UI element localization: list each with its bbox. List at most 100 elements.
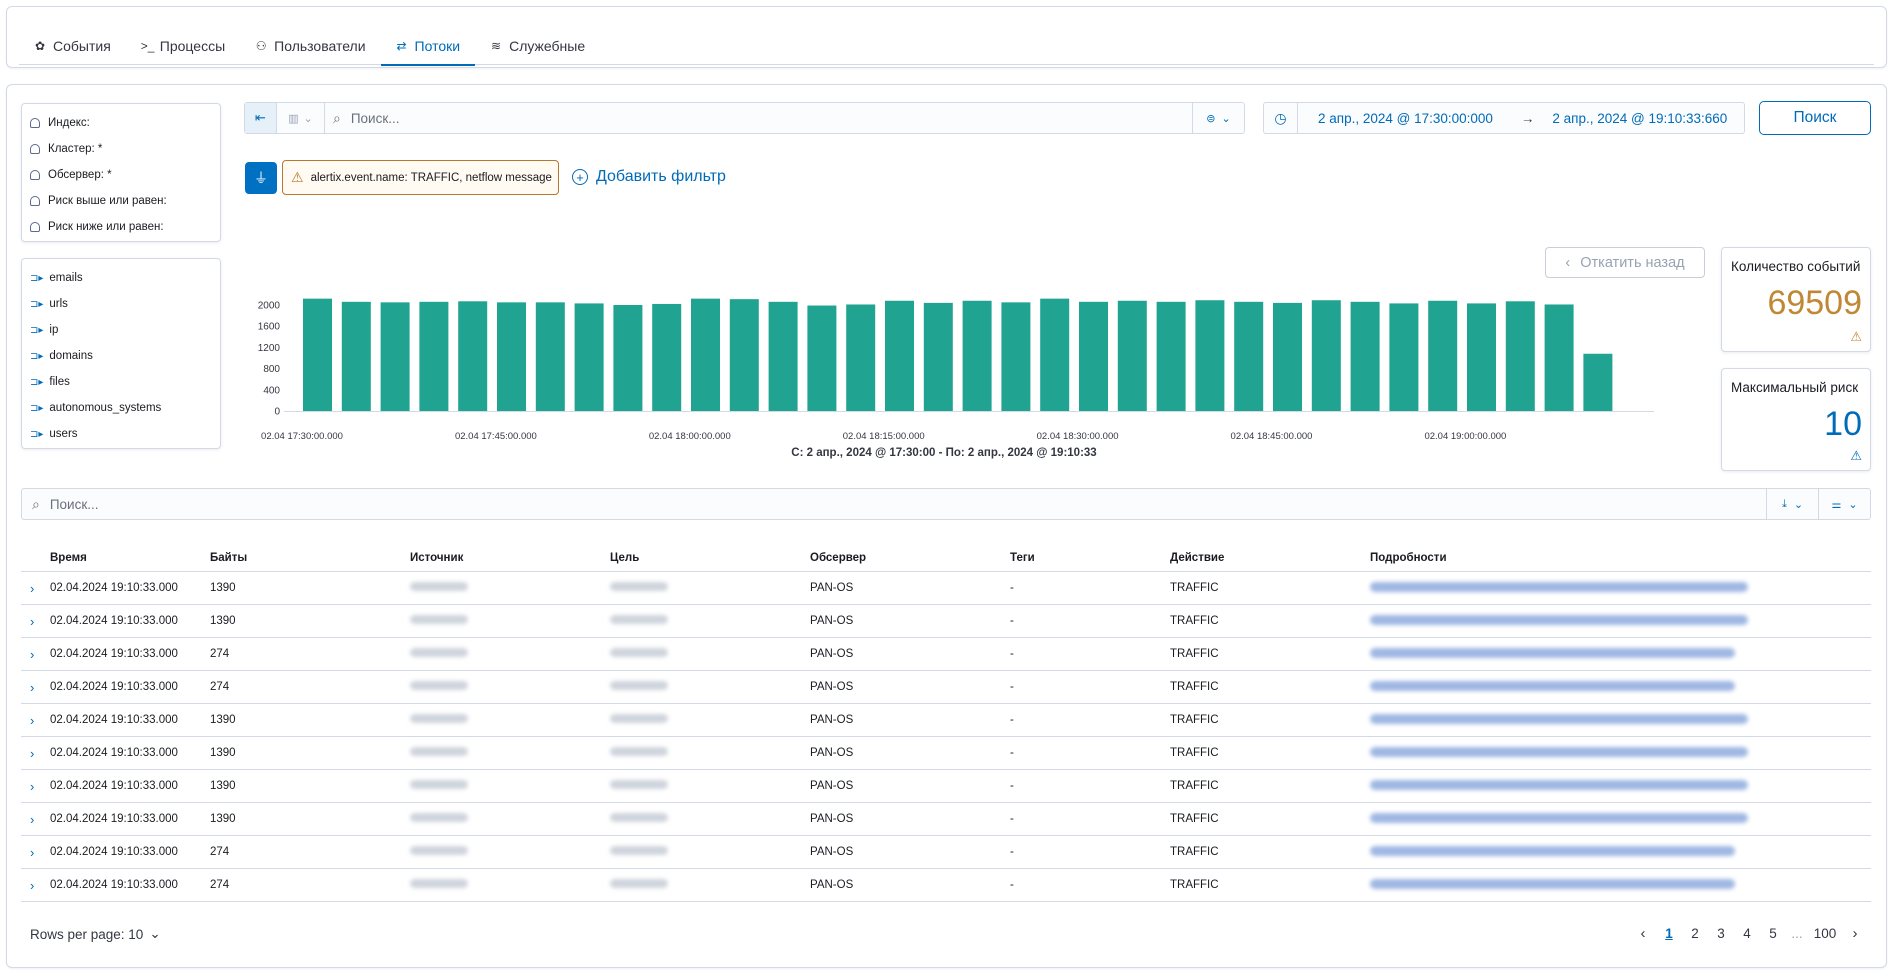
events-histogram-chart[interactable]: 0 400 800 1200 1600 2000 02.04 17:30:00.000 02.… <box>244 290 1664 470</box>
chart-bar[interactable] <box>846 304 876 411</box>
table-row[interactable]: › 02.04.2024 19:10:33.000 274 PAN-OS - TRAFFI… <box>21 671 1871 704</box>
chart-bar[interactable] <box>341 301 371 411</box>
expand-row-button[interactable]: › <box>21 845 50 860</box>
chart-bar[interactable] <box>923 302 953 411</box>
column-settings-button[interactable]: ⚌ ⌄ <box>1818 489 1870 519</box>
chart-bar[interactable] <box>1156 301 1186 411</box>
chart-bar[interactable] <box>1234 301 1264 411</box>
date-start[interactable]: 2 апр., 2024 @ 17:30:00:000 <box>1318 111 1493 126</box>
column-header[interactable]: Теги <box>1010 552 1170 564</box>
filter-pill[interactable]: ⚠ alertix.event.name: TRAFFIC, netflow m… <box>282 160 559 195</box>
chart-bar[interactable] <box>1350 301 1380 411</box>
chart-bar[interactable] <box>1117 300 1147 411</box>
chart-bar[interactable] <box>1079 301 1108 411</box>
date-end[interactable]: 2 апр., 2024 @ 19:10:33:660 <box>1552 111 1727 126</box>
table-row[interactable]: › 02.04.2024 19:10:33.000 1390 PAN-OS - TRAFF… <box>21 572 1871 605</box>
page-button[interactable]: 1 <box>1656 926 1682 941</box>
expand-row-button[interactable]: › <box>21 878 50 893</box>
column-header[interactable]: Время <box>50 552 210 564</box>
page-button[interactable]: 4 <box>1734 926 1760 941</box>
search-button[interactable]: Поиск <box>1759 101 1871 135</box>
chart-bar[interactable] <box>1001 302 1031 411</box>
chart-bar[interactable] <box>1389 303 1419 411</box>
chart-bar[interactable] <box>1583 353 1613 411</box>
tab-users[interactable]: ⚇ Пользователи <box>240 27 380 65</box>
sidebar-field-item[interactable]: ⊐▸ users <box>30 421 220 447</box>
sidebar-filter-item[interactable]: Обсервер: * <box>30 162 220 188</box>
chart-bar[interactable] <box>807 305 837 411</box>
chart-bar[interactable] <box>535 302 565 411</box>
column-header[interactable]: Источник <box>410 552 610 564</box>
column-header[interactable]: Действие <box>1170 552 1370 564</box>
expand-row-button[interactable]: › <box>21 614 50 629</box>
chart-bar[interactable] <box>691 298 720 411</box>
chart-bar[interactable] <box>1428 300 1458 411</box>
chart-bar[interactable] <box>497 302 526 411</box>
chart-bar[interactable] <box>1505 301 1535 411</box>
tab-events[interactable]: ✿ События <box>19 27 126 65</box>
chart-bar[interactable] <box>885 300 914 411</box>
expand-row-button[interactable]: › <box>21 647 50 662</box>
prev-page-button[interactable]: ‹ <box>1630 925 1656 942</box>
columns-button[interactable]: ▥ ⌄ <box>277 103 325 133</box>
table-row[interactable]: › 02.04.2024 19:10:33.000 1390 PAN-OS - TRAFF… <box>21 704 1871 737</box>
column-header[interactable]: Обсервер <box>810 552 1010 564</box>
add-filter-button[interactable]: + Добавить фильтр <box>572 168 726 186</box>
table-search-input[interactable] <box>39 489 1766 519</box>
column-header[interactable]: Цель <box>610 552 810 564</box>
table-row[interactable]: › 02.04.2024 19:10:33.000 1390 PAN-OS - TRAFF… <box>21 605 1871 638</box>
sidebar-filter-item[interactable]: Индекс: <box>30 110 220 136</box>
undo-button[interactable]: ‹ Откатить назад <box>1545 247 1705 278</box>
sidebar-field-item[interactable]: ⊐▸ autonomous_systems <box>30 395 220 421</box>
column-header[interactable]: Подробности <box>1370 552 1871 564</box>
chart-bar[interactable] <box>1040 298 1070 411</box>
query-input[interactable] <box>340 103 1192 133</box>
download-button[interactable]: ⤓ ⌄ <box>1766 489 1818 519</box>
tab-flows[interactable]: ⇄ Потоки <box>380 27 476 66</box>
query-options-button[interactable]: ⊜ ⌄ <box>1192 103 1244 133</box>
chart-bar[interactable] <box>380 302 410 411</box>
chart-bar[interactable] <box>1467 303 1496 411</box>
sidebar-filter-item[interactable]: Риск выше или равен: <box>30 188 220 214</box>
chart-bar[interactable] <box>729 299 759 411</box>
table-row[interactable]: › 02.04.2024 19:10:33.000 274 PAN-OS - TRAFFI… <box>21 869 1871 902</box>
chart-bar[interactable] <box>613 305 643 411</box>
chart-bar[interactable] <box>1195 300 1225 411</box>
chart-bar[interactable] <box>1544 304 1574 411</box>
chart-bar[interactable] <box>419 301 449 411</box>
sidebar-field-item[interactable]: ⊐▸ ip <box>30 317 220 343</box>
expand-row-button[interactable]: › <box>21 680 50 695</box>
sidebar-field-item[interactable]: ⊐▸ files <box>30 369 220 395</box>
page-button[interactable]: 5 <box>1760 926 1786 941</box>
chart-bar[interactable] <box>1273 302 1302 411</box>
chart-bar[interactable] <box>574 303 604 411</box>
chart-bar[interactable] <box>458 301 488 411</box>
sidebar-field-item[interactable]: ⊐▸ domains <box>30 343 220 369</box>
expand-row-button[interactable]: › <box>21 713 50 728</box>
filter-menu-button[interactable]: ⏚ <box>245 162 277 194</box>
chart-bar[interactable] <box>962 300 992 411</box>
expand-row-button[interactable]: › <box>21 812 50 827</box>
chart-bar[interactable] <box>652 303 682 411</box>
sidebar-filter-item[interactable]: Риск ниже или равен: <box>30 214 220 240</box>
chart-bar[interactable] <box>1311 300 1341 411</box>
table-row[interactable]: › 02.04.2024 19:10:33.000 274 PAN-OS - TRAFFI… <box>21 638 1871 671</box>
collapse-sidebar-button[interactable]: ⇤ <box>245 103 277 133</box>
sidebar-field-item[interactable]: ⊐▸ urls <box>30 291 220 317</box>
expand-row-button[interactable]: › <box>21 581 50 596</box>
sidebar-filter-item[interactable]: Кластер: * <box>30 136 220 162</box>
expand-row-button[interactable]: › <box>21 779 50 794</box>
chart-bar[interactable] <box>303 298 332 411</box>
table-row[interactable]: › 02.04.2024 19:10:33.000 1390 PAN-OS - TRAFF… <box>21 803 1871 836</box>
column-header[interactable]: Байты <box>210 552 410 564</box>
chart-bar[interactable] <box>768 301 798 411</box>
page-button[interactable]: 2 <box>1682 926 1708 941</box>
next-page-button[interactable]: › <box>1842 925 1868 942</box>
page-button-last[interactable]: 100 <box>1808 926 1842 941</box>
tab-layers[interactable]: ≋ Служебные <box>475 27 600 65</box>
expand-row-button[interactable]: › <box>21 746 50 761</box>
table-row[interactable]: › 02.04.2024 19:10:33.000 274 PAN-OS - TRAFFI… <box>21 836 1871 869</box>
table-row[interactable]: › 02.04.2024 19:10:33.000 1390 PAN-OS - TRAFF… <box>21 770 1871 803</box>
table-row[interactable]: › 02.04.2024 19:10:33.000 1390 PAN-OS - TRAFF… <box>21 737 1871 770</box>
rows-per-page-selector[interactable]: Rows per page: 10 ⌄ <box>30 926 161 942</box>
